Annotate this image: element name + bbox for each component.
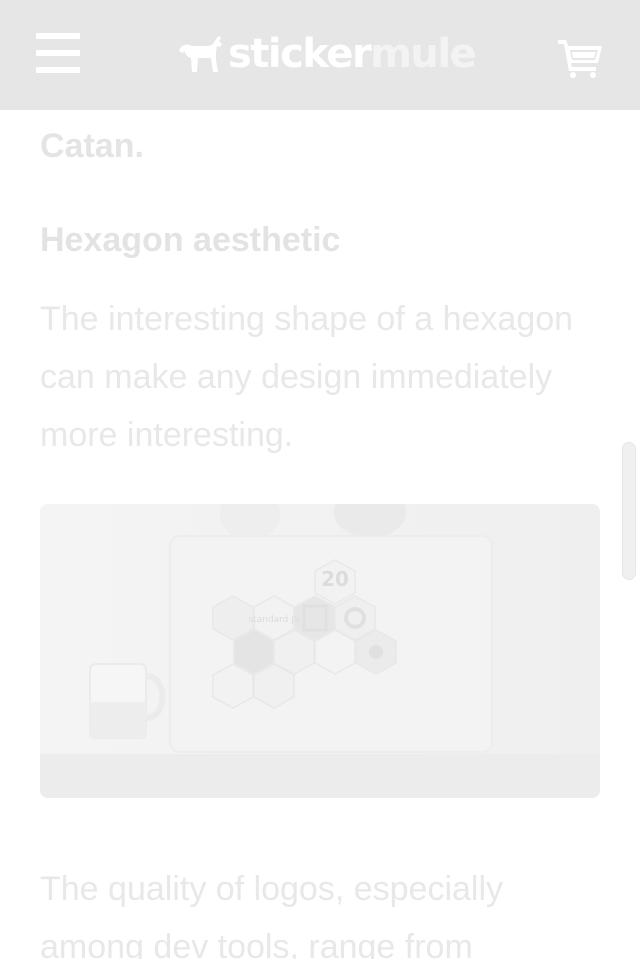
page: stickermule Catan. Hexagon aesthetic The… — [0, 0, 640, 959]
sticker-standard-js-label: standard JS — [248, 615, 299, 625]
logo-text-sticker: sticker — [228, 31, 372, 77]
logo-text-mule: mule — [370, 31, 477, 77]
sticker-20-label: 20 — [321, 567, 349, 591]
paragraph-logo-quality: The quality of logos, especially among d… — [40, 870, 504, 959]
section-heading: Hexagon aesthetic — [40, 221, 341, 259]
logo-wordmark: stickermule — [228, 28, 477, 80]
previous-paragraph-end: Catan. — [40, 127, 144, 165]
mule-logo-icon — [179, 36, 222, 72]
hamburger-menu-icon[interactable] — [36, 33, 82, 73]
site-header: stickermule — [0, 0, 640, 110]
laptop-stickers-photo: 20 standard JS — [40, 504, 600, 798]
shopping-cart-icon[interactable] — [556, 36, 604, 78]
scrollbar-thumb[interactable] — [622, 442, 636, 580]
paragraph-hexagon: The interesting shape of a hexagon can m… — [40, 300, 574, 454]
site-logo[interactable]: stickermule — [178, 28, 477, 80]
